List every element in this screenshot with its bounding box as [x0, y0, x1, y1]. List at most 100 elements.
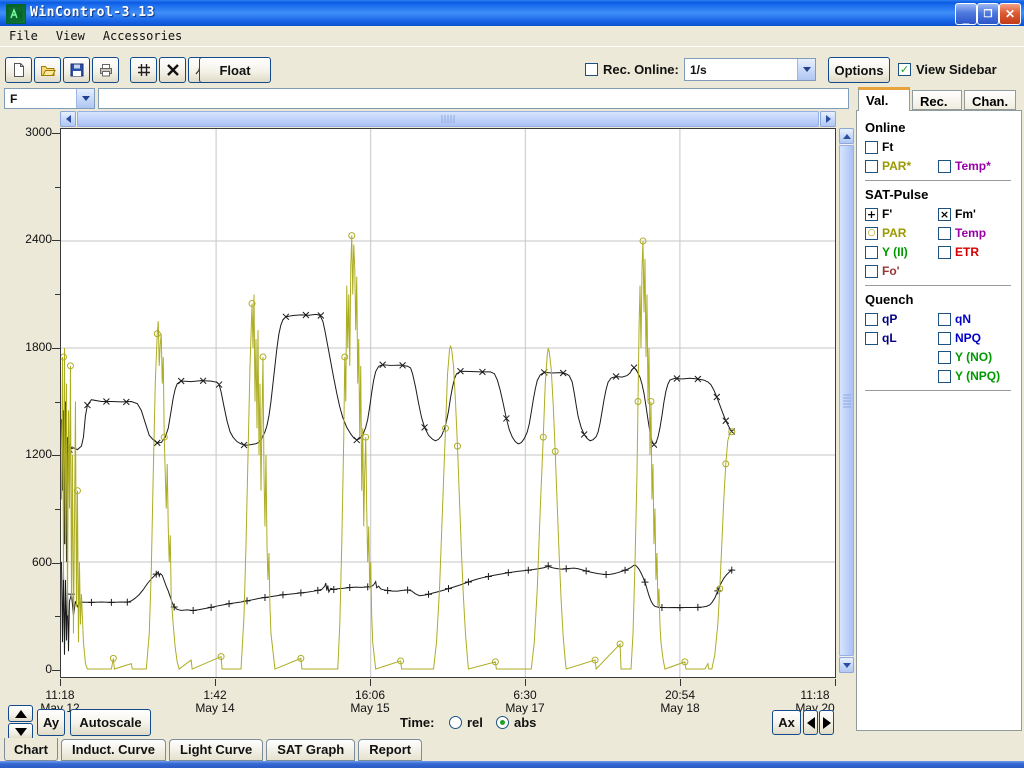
checkbox-y-ii[interactable] [865, 246, 878, 259]
channel-combo[interactable]: F [4, 88, 95, 109]
channel-option-y-ii: Y (II) [865, 245, 938, 259]
rec-online-label: Rec. Online: [603, 62, 679, 77]
y-axis-label: 1800 [2, 340, 52, 354]
y-tick [52, 563, 60, 564]
ax-button[interactable]: Ax [772, 710, 801, 735]
y-minor-tick [55, 616, 60, 617]
rate-combo-dropdown[interactable] [797, 59, 815, 80]
toolbar: Float Rec. Online: 1/s Options ✓ View Si… [0, 47, 1024, 86]
divider [865, 285, 1011, 286]
triangle-up-icon [15, 710, 27, 718]
menu-item-accessories[interactable]: Accessories [94, 27, 191, 45]
restore-button[interactable]: ❐ [977, 3, 999, 25]
cross-mark-icon: × [939, 209, 950, 220]
clear-button[interactable] [159, 57, 186, 83]
x-tick [525, 679, 526, 686]
y-tick [52, 670, 60, 671]
autoscale-button[interactable]: Autoscale [70, 709, 151, 736]
rec-online-checkbox[interactable] [585, 63, 598, 76]
save-file-button[interactable] [63, 57, 90, 83]
tab-chart[interactable]: Chart [4, 738, 58, 761]
checkbox-temp[interactable] [938, 227, 951, 240]
chart-plot-area[interactable] [60, 128, 836, 678]
x-scroll-right-button[interactable] [819, 710, 834, 735]
checkbox-label: qN [955, 312, 971, 326]
menu-item-view[interactable]: View [47, 27, 94, 45]
toolbar-buttons [5, 57, 215, 83]
tab-sat-graph[interactable]: SAT Graph [266, 739, 355, 761]
checkbox-fo[interactable] [865, 265, 878, 278]
divider [865, 180, 1011, 181]
chevron-down-icon [803, 67, 811, 72]
value-readout-field[interactable] [98, 88, 849, 109]
minimize-icon: _ [963, 11, 970, 25]
channel-combo-dropdown[interactable] [76, 89, 94, 108]
checkbox-label: Y (II) [882, 245, 908, 259]
sidebar-tab-rec[interactable]: Rec. [912, 90, 962, 110]
tab-report[interactable]: Report [358, 739, 422, 761]
checkbox-qp[interactable] [865, 313, 878, 326]
chevron-down-icon [82, 96, 90, 101]
print-button[interactable] [92, 57, 119, 83]
sidebar-tab-label: Chan. [972, 94, 1008, 109]
checkbox-temp[interactable] [938, 160, 951, 173]
x-axis-date-label: May 14 [175, 701, 255, 715]
grid-button[interactable] [130, 57, 157, 83]
print-icon [98, 62, 114, 78]
checkbox-qn[interactable] [938, 313, 951, 326]
x-axis-date-label: May 15 [330, 701, 410, 715]
x-scroll-left-button[interactable] [803, 710, 818, 735]
channel-option-etr: ETR [938, 245, 979, 259]
tab-induct-curve[interactable]: Induct. Curve [61, 739, 166, 761]
sidebar-tab-chan[interactable]: Chan. [964, 90, 1016, 110]
checkbox-row: +F'×Fm' [865, 207, 1013, 221]
y-minor-tick [55, 294, 60, 295]
y-minor-tick [55, 402, 60, 403]
checkbox-npq[interactable] [938, 332, 951, 345]
y-minor-tick [55, 187, 60, 188]
channel-option-par: PAR* [865, 159, 938, 173]
time-rel-radio[interactable] [449, 716, 462, 729]
time-label: Time: [400, 715, 434, 730]
tab-light-curve[interactable]: Light Curve [169, 739, 263, 761]
checkbox-etr[interactable] [938, 246, 951, 259]
checkbox-ql[interactable] [865, 332, 878, 345]
checkbox-row: PAR* Temp* [865, 159, 1013, 173]
triangle-right-icon [823, 717, 831, 729]
x-tick [60, 679, 61, 686]
checkbox-ft[interactable] [865, 141, 878, 154]
hscroll-right-button[interactable] [820, 111, 836, 127]
open-file-button[interactable] [34, 57, 61, 83]
close-button[interactable]: ✕ [999, 3, 1021, 25]
ay-button[interactable]: Ay [37, 709, 65, 736]
options-button[interactable]: Options [828, 57, 890, 83]
hscroll-thumb[interactable] [77, 111, 819, 127]
window-title: WinControl-3.13 [30, 5, 155, 20]
checkbox-label: Temp* [955, 159, 991, 173]
y-scale-up-button[interactable] [8, 705, 33, 722]
vscroll-thumb[interactable] [839, 145, 854, 656]
sidebar-tab-val[interactable]: Val. [858, 87, 910, 111]
vscroll-up-button[interactable] [839, 128, 854, 144]
minimize-button[interactable]: _ [955, 3, 977, 25]
checkbox-label: qL [882, 331, 897, 345]
checkbox-par[interactable] [865, 160, 878, 173]
channel-option-ql: qL [865, 331, 938, 345]
hscroll-left-button[interactable] [60, 111, 76, 127]
vscroll-down-button[interactable] [839, 657, 854, 673]
checkbox-row: qLNPQ [865, 331, 1013, 345]
rate-combo[interactable]: 1/s [684, 58, 816, 81]
checkbox-fm[interactable]: × [938, 208, 951, 221]
time-abs-radio[interactable] [496, 716, 509, 729]
app-window: WinControl-3.13 _ ❐ ✕ FileViewAccessorie… [0, 0, 1024, 768]
checkbox-f[interactable]: + [865, 208, 878, 221]
float-button[interactable]: Float [199, 57, 271, 83]
checkbox-y-npq[interactable] [938, 370, 951, 383]
view-sidebar-checkbox[interactable]: ✓ [898, 63, 911, 76]
menu-item-file[interactable]: File [0, 27, 47, 45]
checkbox-row: Y (II) ETR [865, 245, 1013, 259]
view-sidebar-label: View Sidebar [916, 62, 997, 77]
checkbox-par[interactable]: ○ [865, 227, 878, 240]
new-file-button[interactable] [5, 57, 32, 83]
checkbox-y-no[interactable] [938, 351, 951, 364]
